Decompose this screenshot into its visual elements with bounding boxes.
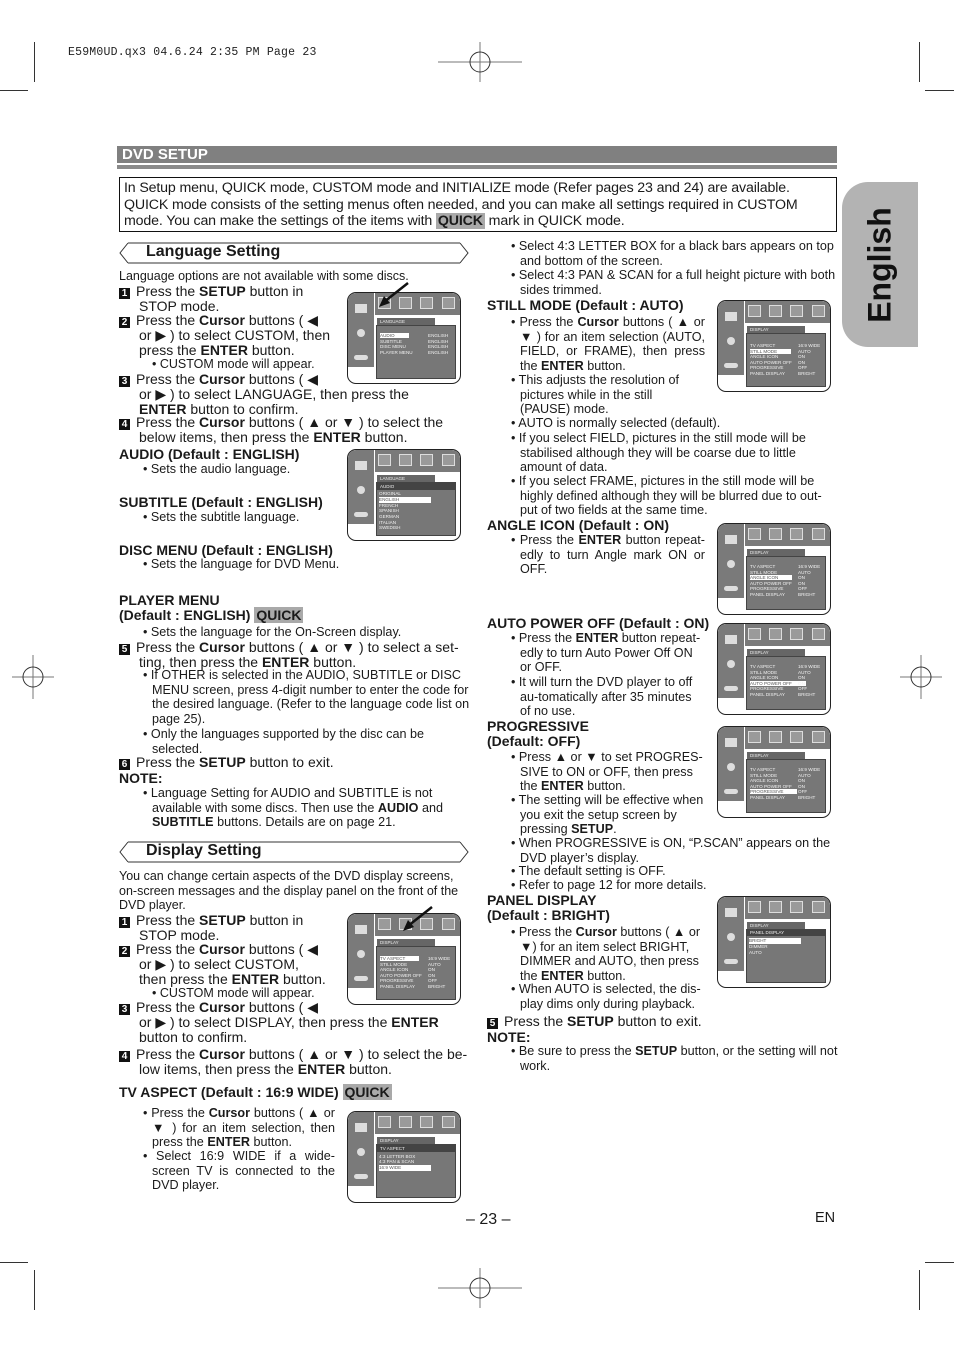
auto-power-off-heading: AUTO POWER OFF (Default : ON)	[487, 615, 710, 631]
note-label: NOTE:	[119, 770, 163, 786]
subtitle-desc: • Sets the subtitle language.	[143, 510, 300, 524]
crop-mark	[925, 1262, 954, 1263]
section-rule	[117, 165, 837, 169]
step5-bullet: • Only the languages supported by the di…	[143, 727, 424, 756]
intro-line: mode. You can make the settings of the i…	[124, 213, 625, 229]
language-code: EN	[815, 1210, 836, 1226]
progressive-bullet: • Press ▲ or ▼ to set PROGRES-SIVE to ON…	[511, 750, 703, 793]
registration-mark	[900, 655, 942, 699]
tv-aspect-bullet: • Select 4:3 LETTER BOX for a black bars…	[511, 239, 834, 268]
panel-display-heading: PANEL DISPLAY (Default : BRIGHT)	[487, 892, 610, 923]
progressive-bullet: • When PROGRESSIVE is ON, “P.SCAN” appea…	[511, 836, 831, 865]
osd-still-mode: DISPLAY TV ASPECT 16:9 WIDE STILL MODE AUT…	[717, 300, 831, 392]
progressive-bullet: • The setting will be effective when you…	[511, 793, 704, 836]
section-title: DVD SETUP	[117, 146, 837, 163]
registration-mark	[438, 42, 522, 82]
angle-icon-heading: ANGLE ICON (Default : ON)	[487, 517, 669, 533]
tv-aspect-heading: TV ASPECT (Default : 16:9 WIDE) QUICK	[119, 1084, 392, 1100]
still-mode-bullet: • Press the Cursor buttons ( ▲ or ▼ ) fo…	[511, 315, 705, 373]
still-mode-bullet: • If you select FRAME, pictures in the s…	[511, 474, 822, 517]
language-step-4: 4 Press the Cursor buttons ( ▲ or ▼ ) to …	[119, 415, 469, 445]
quick-badge: QUICK	[254, 607, 304, 623]
intro-line: In Setup menu, QUICK mode, CUSTOM mode a…	[124, 180, 790, 196]
pointer-arrow-icon	[379, 282, 409, 307]
language-setting-heading: Language Setting	[118, 242, 470, 264]
progressive-heading: PROGRESSIVE (Default: OFF)	[487, 718, 589, 749]
panel-display-bullet: • Press the Cursor buttons ( ▲ or ▼) for…	[511, 925, 701, 983]
display-note-text: • Be sure to press the SETUP button, or …	[511, 1044, 838, 1073]
crop-mark	[0, 90, 28, 91]
progressive-bullet: • Refer to page 12 for more details.	[511, 878, 707, 892]
display-step-3: 3 Press the Cursor buttons ( ◀ or ▶ ) to s…	[119, 1000, 471, 1044]
osd-audio-list: LANGUAGE AUDIO ORIGINAL ENGLISH FRENCH S…	[347, 449, 461, 541]
osd-angle-icon: DISPLAY TV ASPECT 16:9 WIDE STILL MODE AUT…	[717, 523, 831, 615]
quick-badge: QUICK	[435, 213, 485, 229]
player-menu-desc: • Sets the language for the On-Screen di…	[143, 625, 402, 639]
still-mode-bullet: • If you select FIELD, pictures in the s…	[511, 431, 806, 474]
crop-mark	[34, 1270, 35, 1310]
display-step-1: 1 Press the SETUP button in STOP mode.	[119, 913, 349, 943]
language-step-1: 1 Press the SETUP button in STOP mode.	[119, 284, 349, 314]
still-mode-bullet: • This adjusts the resolution of picture…	[511, 373, 679, 416]
subtitle-heading: SUBTITLE (Default : ENGLISH)	[119, 494, 323, 510]
tv-aspect-bullet: • Press the Cursor buttons ( ▲ or ▼ ) fo…	[143, 1106, 335, 1149]
language-step-6: 6 Press the SETUP button to exit.	[119, 755, 334, 770]
display-step-2: 2 Press the Cursor buttons ( ◀ or ▶ ) to s…	[119, 942, 349, 986]
crop-mark	[925, 90, 954, 91]
display-step-5: 5 Press the SETUP button to exit.	[487, 1014, 702, 1029]
disc-menu-heading: DISC MENU (Default : ENGLISH)	[119, 542, 333, 558]
intro-line: QUICK mode consists of the setting menus…	[124, 196, 798, 213]
still-mode-bullet: • AUTO is normally selected (default).	[511, 416, 721, 430]
osd-panel-display: DISPLAY PANEL DISPLAY BRIGHT DIMMER AUTO	[717, 896, 831, 988]
audio-desc: • Sets the audio language.	[143, 462, 291, 476]
language-step-5: 5 Press the Cursor buttons ( ▲ or ▼ ) to …	[119, 640, 469, 670]
custom-mode-note: • CUSTOM mode will appear.	[152, 357, 315, 371]
intro-box: In Setup menu, QUICK mode, CUSTOM mode a…	[119, 177, 837, 232]
language-step-2: 2 Press the Cursor buttons ( ◀ or ▶ ) to s…	[119, 313, 349, 357]
osd-auto-power-off: DISPLAY TV ASPECT 16:9 WIDE STILL MODE AUT…	[717, 623, 831, 715]
note-label: NOTE:	[487, 1029, 531, 1045]
registration-mark	[438, 1268, 522, 1308]
angle-icon-bullet: • Press the ENTER button repeat-edly to …	[511, 533, 705, 576]
crop-mark	[34, 42, 35, 82]
crop-mark	[0, 1262, 28, 1263]
auto-power-off-bullet: • Press the ENTER button repeat-edly to …	[511, 631, 701, 674]
language-side-tab: English	[842, 182, 918, 347]
player-menu-heading: PLAYER MENU (Default : ENGLISH) QUICK	[119, 592, 304, 623]
osd-progressive: DISPLAY TV ASPECT 16:9 WIDE STILL MODE AUT…	[717, 726, 831, 818]
language-note-text: • Language Setting for AUDIO and SUBTITL…	[143, 786, 443, 829]
audio-heading: AUDIO (Default : ENGLISH)	[119, 446, 300, 462]
progressive-bullet: • The default setting is OFF.	[511, 864, 666, 878]
display-step-4: 4 Press the Cursor buttons ( ▲ or ▼ ) to …	[119, 1047, 471, 1077]
auto-power-off-bullet: • It will turn the DVD player to off au-…	[511, 675, 693, 718]
registration-mark	[12, 655, 54, 699]
page-number: – 23 –	[466, 1211, 511, 1228]
tv-aspect-bullet: • Select 4:3 PAN & SCAN for a full heigh…	[511, 268, 836, 297]
side-tab-label: English	[861, 206, 898, 323]
panel-display-bullet: • When AUTO is selected, the dis-play di…	[511, 982, 701, 1011]
still-mode-heading: STILL MODE (Default : AUTO)	[487, 297, 684, 313]
disc-menu-desc: • Sets the language for DVD Menu.	[143, 557, 340, 571]
tv-aspect-bullet: • Select 16:9 WIDE if a wide-screen TV i…	[143, 1149, 335, 1192]
pointer-arrow-icon	[403, 906, 433, 931]
osd-tv-aspect: DISPLAY TV ASPECT 4:3 LETTER BOX 4:3 PAN…	[347, 1111, 461, 1203]
crop-mark	[919, 1270, 920, 1310]
step5-bullet: • If OTHER is selected in the AUDIO, SUB…	[143, 668, 470, 726]
language-note: Language options are not available with …	[119, 269, 409, 283]
display-setting-heading: Display Setting	[118, 841, 470, 863]
crop-mark	[919, 42, 920, 82]
print-slug: E59M0UD.qx3 04.6.24 2:35 PM Page 23	[68, 46, 317, 59]
quick-badge: QUICK	[342, 1084, 392, 1100]
